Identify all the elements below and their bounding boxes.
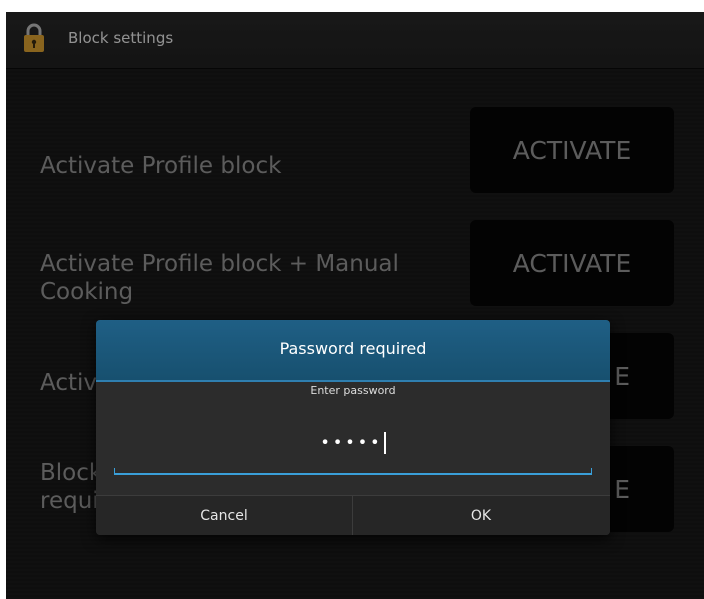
dialog-title: Password required bbox=[279, 339, 427, 358]
input-underline bbox=[114, 468, 592, 475]
dialog-header: Password required bbox=[96, 320, 610, 382]
cancel-button[interactable]: Cancel bbox=[96, 496, 353, 535]
dialog-message: Enter password bbox=[310, 384, 396, 397]
ok-button[interactable]: OK bbox=[353, 496, 609, 535]
text-cursor bbox=[383, 432, 386, 454]
password-value: ••••• bbox=[320, 432, 383, 452]
password-input[interactable]: ••••• bbox=[96, 432, 610, 454]
dialog-button-bar: Cancel OK bbox=[96, 495, 610, 535]
password-dialog: Password required Enter password ••••• C… bbox=[96, 320, 610, 535]
